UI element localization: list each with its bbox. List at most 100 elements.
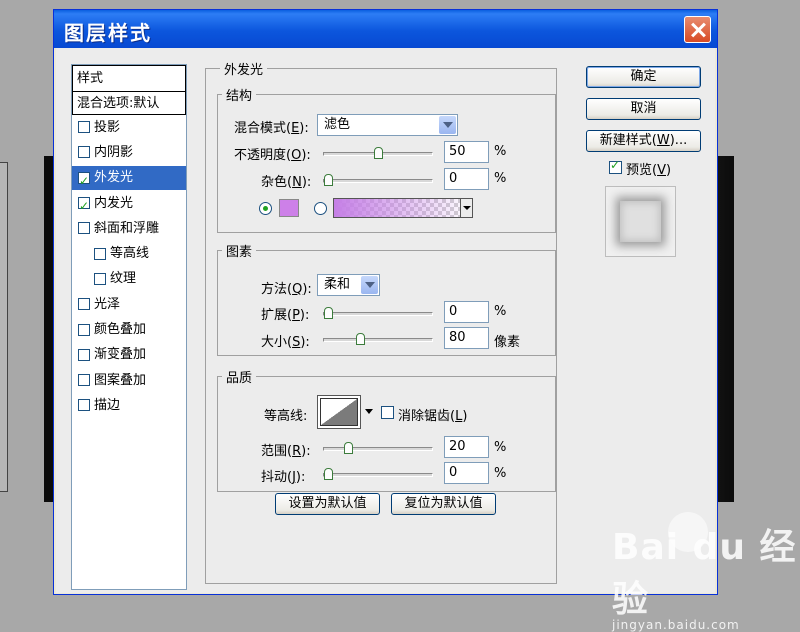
jitter-slider[interactable]: [323, 468, 433, 480]
noise-input[interactable]: 0: [444, 168, 489, 190]
size-slider[interactable]: [323, 333, 433, 345]
style-item[interactable]: 渐变叠加: [72, 343, 186, 368]
style-item[interactable]: 斜面和浮雕: [72, 216, 186, 242]
style-item[interactable]: 光泽: [72, 292, 186, 318]
blend-mode-select[interactable]: 滤色: [317, 114, 458, 136]
opacity-input[interactable]: 50: [444, 141, 489, 163]
spread-input[interactable]: 0: [444, 301, 489, 323]
style-item-label: 内发光: [94, 195, 134, 211]
spread-unit: %: [494, 304, 507, 319]
style-item[interactable]: 外发光: [72, 165, 186, 194]
background-panel-edge: [0, 162, 8, 492]
style-item[interactable]: 描边: [72, 393, 186, 419]
contour-label: 等高线:: [264, 409, 308, 424]
spread-slider-thumb[interactable]: [324, 307, 333, 319]
style-item[interactable]: 等高线: [72, 241, 186, 267]
spread-slider[interactable]: [323, 307, 433, 319]
antialias-checkbox[interactable]: [381, 406, 394, 419]
style-items: 投影内阴影外发光内发光斜面和浮雕等高线纹理光泽颜色叠加渐变叠加图案叠加描边: [72, 115, 186, 419]
opacity-unit: %: [494, 144, 507, 159]
style-item-checkbox[interactable]: [78, 323, 90, 336]
style-item-label: 图案叠加: [94, 372, 147, 388]
style-item-label: 纹理: [110, 271, 137, 287]
style-item-checkbox[interactable]: [78, 298, 90, 311]
solid-color-radio[interactable]: [259, 202, 272, 215]
style-item-label: 描边: [94, 397, 121, 413]
style-item-checkbox[interactable]: [78, 348, 90, 361]
gradient-radio[interactable]: [314, 202, 327, 215]
style-item-label: 等高线: [110, 246, 150, 262]
set-default-button[interactable]: 设置为默认值: [275, 493, 380, 515]
ok-button[interactable]: 确定: [586, 66, 701, 88]
structure-group: 结构 混合模式(E): 滤色 不透明度(O): 50 % 杂色(N): 0 %: [217, 85, 556, 233]
style-item[interactable]: 图案叠加: [72, 368, 186, 394]
style-item-checkbox[interactable]: [78, 194, 90, 219]
style-list-header[interactable]: 样式: [72, 65, 186, 91]
jitter-label: 抖动(J):: [261, 470, 306, 485]
range-label: 范围(R):: [261, 444, 311, 459]
style-item-label: 渐变叠加: [94, 347, 147, 363]
style-item-label: 外发光: [94, 170, 134, 186]
size-unit: 像素: [494, 335, 521, 350]
preview-checkbox[interactable]: [609, 158, 622, 174]
opacity-slider-thumb[interactable]: [373, 147, 383, 159]
style-item-checkbox[interactable]: [78, 399, 90, 412]
technique-value: 柔和: [324, 277, 351, 292]
size-label: 大小(S):: [261, 335, 310, 350]
style-item-label: 颜色叠加: [94, 322, 147, 338]
contour-dropdown[interactable]: [363, 395, 375, 429]
style-item[interactable]: 纹理: [72, 267, 186, 293]
style-item[interactable]: 内阴影: [72, 140, 186, 166]
contour-picker[interactable]: [317, 395, 361, 429]
size-slider-thumb[interactable]: [355, 333, 365, 345]
quality-title: 品质: [222, 367, 257, 386]
blend-options-item[interactable]: 混合选项:默认: [72, 91, 186, 115]
reset-default-button[interactable]: 复位为默认值: [391, 493, 496, 515]
style-item[interactable]: 投影: [72, 115, 186, 141]
contour-curve-icon: [320, 398, 358, 426]
outer-glow-title: 外发光: [220, 59, 268, 78]
technique-label: 方法(Q):: [261, 282, 312, 297]
noise-slider[interactable]: [323, 174, 433, 186]
style-item-checkbox[interactable]: [78, 121, 90, 134]
outer-glow-group: 外发光 结构 混合模式(E): 滤色 不透明度(O): 50 % 杂色(N):: [205, 59, 557, 584]
opacity-slider[interactable]: [323, 147, 433, 159]
size-input[interactable]: 80: [444, 327, 489, 349]
style-item-checkbox[interactable]: [78, 169, 90, 194]
range-slider[interactable]: [323, 442, 433, 454]
range-input[interactable]: 20: [444, 436, 489, 458]
chevron-down-icon: [460, 199, 472, 217]
spread-label: 扩展(P):: [261, 308, 310, 323]
glow-color-swatch[interactable]: [279, 199, 299, 217]
style-item-label: 投影: [94, 119, 121, 135]
elements-group: 图素 方法(Q): 柔和 扩展(P): 0 % 大小(S): 80 像素: [217, 241, 556, 356]
style-item-label: 斜面和浮雕: [94, 220, 160, 236]
noise-slider-thumb[interactable]: [324, 174, 333, 186]
range-slider-thumb[interactable]: [343, 442, 353, 454]
blend-mode-value: 滤色: [324, 117, 351, 132]
style-item-checkbox[interactable]: [78, 374, 90, 387]
style-item[interactable]: 颜色叠加: [72, 317, 186, 343]
style-item-checkbox[interactable]: [94, 272, 106, 285]
jitter-unit: %: [494, 466, 507, 481]
title-bar[interactable]: 图层样式: [54, 10, 717, 48]
antialias-label: 消除锯齿(L): [398, 409, 468, 424]
jitter-input[interactable]: 0: [444, 462, 489, 484]
close-button[interactable]: [684, 16, 711, 43]
style-item-checkbox[interactable]: [78, 146, 90, 159]
jitter-slider-thumb[interactable]: [324, 468, 333, 480]
window-title: 图层样式: [64, 21, 152, 45]
chevron-down-icon: [439, 116, 456, 134]
new-style-button[interactable]: 新建样式(W)...: [586, 130, 701, 152]
watermark: Bai du 经验 jingyan.baidu.com: [612, 518, 800, 632]
cancel-button[interactable]: 取消: [586, 98, 701, 120]
style-item[interactable]: 内发光: [72, 191, 186, 219]
style-item-checkbox[interactable]: [94, 247, 106, 260]
glow-gradient-picker[interactable]: [333, 198, 473, 218]
technique-select[interactable]: 柔和: [317, 274, 380, 296]
layer-style-dialog: 图层样式 样式 混合选项:默认 投影内阴影外发光内发光斜面和浮雕等高线纹理光泽颜…: [53, 9, 718, 595]
style-item-checkbox[interactable]: [78, 222, 90, 235]
noise-label: 杂色(N):: [261, 175, 312, 190]
elements-title: 图素: [222, 241, 257, 260]
noise-unit: %: [494, 171, 507, 186]
